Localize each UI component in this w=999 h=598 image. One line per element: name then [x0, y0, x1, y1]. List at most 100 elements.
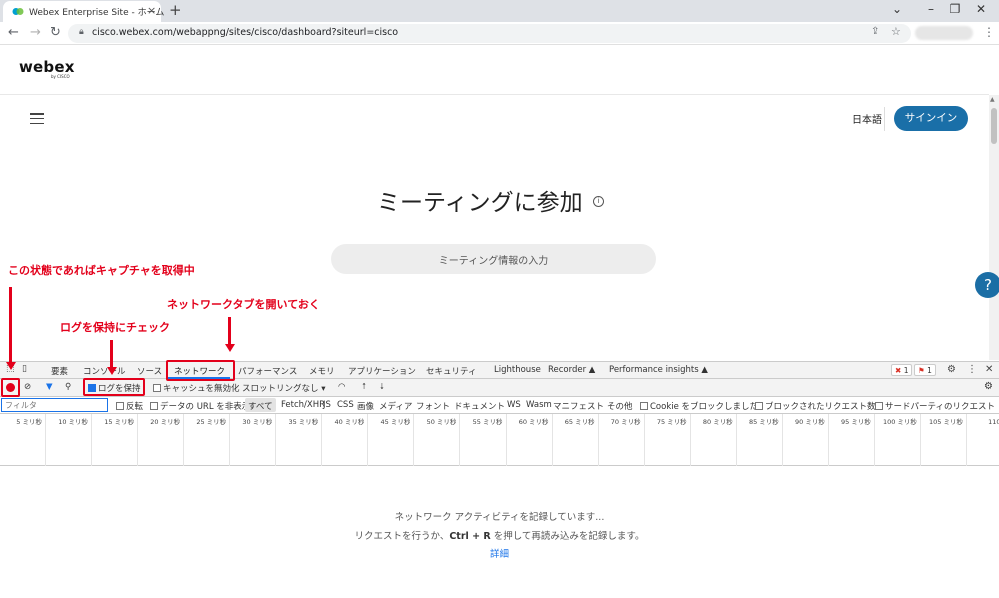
minimize-icon[interactable]: –	[920, 2, 942, 16]
checkbox-unchecked[interactable]	[150, 402, 158, 410]
timeline-tick-label: 55 ミリ秒	[472, 418, 503, 426]
signin-button[interactable]: サインイン	[894, 106, 968, 131]
clear-icon[interactable]: ⊘	[24, 382, 31, 392]
third-party-label: サードパーティのリクエスト	[885, 402, 995, 412]
capture-note: この状態であればキャプチャを取得中	[8, 264, 195, 277]
webex-favicon-icon	[12, 8, 24, 15]
tab-performance-insights[interactable]: Performance insights ▲	[609, 365, 708, 375]
preserve-log-note: ログを保持にチェック	[60, 321, 170, 334]
back-icon[interactable]: ←	[8, 25, 19, 40]
timeline-tick-label: 40 ミリ秒	[334, 418, 365, 426]
type-filter-media[interactable]: メディア	[379, 400, 412, 412]
capture-arrow-shaft	[9, 287, 12, 363]
timeline-tick-label: 90 ミリ秒	[795, 418, 825, 426]
blocked-requests-checkbox[interactable]: ブロックされたリクエスト数	[755, 400, 876, 412]
type-filter-fetch-xhr[interactable]: Fetch/XHR	[281, 400, 325, 410]
type-filter-wasm[interactable]: Wasm	[526, 400, 552, 410]
type-filter-documents[interactable]: ドキュメント	[454, 400, 505, 412]
timeline-tick-label: 95 ミリ秒	[841, 418, 871, 426]
timeline-tick-label: 60 ミリ秒	[518, 418, 549, 426]
checkbox-unchecked[interactable]	[755, 402, 763, 410]
bookmark-star-icon[interactable]: ☆	[891, 25, 901, 38]
filter-input[interactable]	[1, 398, 108, 412]
timeline-tick-label: 5 ミリ秒	[16, 418, 42, 426]
timeline-tick-label: 15 ミリ秒	[104, 418, 135, 426]
network-timeline-overview[interactable]: 5 ミリ秒 10 ミリ秒 15 ミリ秒 20 ミリ秒 25 ミリ秒 30 ミリ秒 35 ミリ…	[0, 414, 999, 466]
help-button[interactable]: ?	[975, 272, 999, 298]
profile-avatar[interactable]	[915, 26, 973, 40]
timeline-tick-label: 75 ミリ秒	[656, 418, 687, 426]
omnibox[interactable]: 🔒︎ cisco.webex.com/webappng/sites/cisco/…	[68, 24, 911, 43]
info-icon[interactable]: i	[593, 196, 604, 207]
device-toolbar-icon[interactable]: ▯	[22, 364, 27, 374]
tab-console[interactable]: コンソール	[83, 365, 126, 377]
divider	[884, 107, 885, 131]
blocked-cookies-checkbox[interactable]: Cookie をブロックしました	[640, 400, 758, 412]
scroll-up-icon[interactable]: ▲	[990, 96, 995, 103]
tab-security[interactable]: セキュリティ	[426, 365, 477, 377]
disable-cache-checkbox[interactable]: キャッシュを無効化	[153, 382, 240, 394]
meeting-info-input[interactable]: ミーティング情報の入力	[331, 244, 656, 274]
type-filter-manifest[interactable]: マニフェスト	[553, 400, 604, 412]
invert-label: 反転	[126, 402, 144, 412]
hamburger-menu-icon[interactable]	[30, 113, 44, 125]
type-filter-other[interactable]: その他	[607, 400, 633, 412]
language-selector[interactable]: 日本語	[852, 111, 882, 126]
devtools-menu-icon[interactable]: ⋮	[967, 364, 977, 375]
error-count-badge[interactable]: ✖ 1	[891, 364, 913, 376]
browser-tab[interactable]: Webex Enterprise Site - ホーム ×	[3, 1, 165, 22]
address-bar: ← → ↻ 🔒︎ cisco.webex.com/webappng/sites/…	[0, 22, 999, 45]
reload-icon[interactable]: ↻	[50, 25, 61, 40]
tab-lighthouse[interactable]: Lighthouse	[494, 365, 541, 375]
network-conditions-icon[interactable]: ◠	[338, 382, 345, 392]
share-icon[interactable]: ⇪	[871, 26, 879, 37]
third-party-checkbox[interactable]: サードパーティのリクエスト	[875, 400, 995, 412]
url-text[interactable]: cisco.webex.com/webappng/sites/cisco/das…	[92, 27, 398, 38]
hide-data-urls-checkbox[interactable]: データの URL を非表示	[150, 400, 250, 412]
checkbox-unchecked[interactable]	[640, 402, 648, 410]
tab-application[interactable]: アプリケーション	[348, 365, 416, 377]
browser-menu-icon[interactable]: ⋮	[983, 25, 995, 39]
reload-hint-pre: リクエストを行うか、	[354, 531, 450, 542]
throttling-select[interactable]: スロットリングなし ▾	[242, 382, 325, 394]
type-filter-images[interactable]: 画像	[357, 400, 374, 412]
lock-icon[interactable]: 🔒︎	[79, 27, 84, 37]
tab-sources[interactable]: ソース	[137, 365, 162, 377]
error-icon: ✖	[895, 366, 902, 375]
devtools-tab-bar: ⬚ ▯ 要素 コンソール ソース ネットワーク パフォーマンス メモリ アプリケ…	[0, 361, 999, 379]
learn-more-link[interactable]: 詳細	[0, 546, 999, 560]
scrollbar-thumb[interactable]	[991, 108, 997, 144]
export-har-icon[interactable]: ⭣	[380, 382, 384, 392]
new-tab-icon[interactable]: +	[169, 1, 182, 19]
settings-gear-icon[interactable]: ⚙	[947, 364, 956, 375]
checkbox-unchecked[interactable]	[116, 402, 124, 410]
timeline-tick-label: 45 ミリ秒	[380, 418, 411, 426]
checkbox-unchecked[interactable]	[875, 402, 883, 410]
tab-memory[interactable]: メモリ	[309, 365, 335, 377]
import-har-icon[interactable]: ⭡	[362, 382, 366, 392]
network-settings-icon[interactable]: ⚙	[984, 381, 993, 392]
checkbox-unchecked[interactable]	[153, 384, 161, 392]
blocked-cookies-label: Cookie をブロックしました	[650, 402, 759, 412]
invert-checkbox[interactable]: 反転	[116, 400, 143, 412]
tab-elements[interactable]: 要素	[51, 365, 68, 377]
timeline-tick-label: 100 ミリ秒	[882, 418, 917, 426]
window-close-icon[interactable]: ✕	[970, 2, 992, 16]
throttling-value: スロットリングなし	[242, 384, 319, 394]
forward-icon[interactable]: →	[30, 25, 41, 40]
devtools-close-icon[interactable]: ✕	[985, 364, 993, 375]
search-icon[interactable]: ⚲	[65, 382, 71, 392]
type-filter-all[interactable]: すべて	[245, 398, 276, 412]
tab-performance[interactable]: パフォーマンス	[238, 365, 297, 377]
type-filter-ws[interactable]: WS	[507, 400, 521, 410]
type-filter-css[interactable]: CSS	[337, 400, 354, 410]
tab-close-icon[interactable]: ×	[147, 4, 156, 17]
tab-search-icon[interactable]: ⌄	[886, 2, 908, 16]
tab-title: Webex Enterprise Site - ホーム	[29, 8, 165, 18]
type-filter-fonts[interactable]: フォント	[416, 400, 450, 412]
restore-icon[interactable]: ❐	[944, 2, 966, 16]
filter-icon[interactable]: ▼	[46, 382, 53, 392]
tab-recorder[interactable]: Recorder ▲	[548, 365, 595, 375]
issues-count-badge[interactable]: ⚑ 1	[914, 364, 936, 376]
type-filter-js[interactable]: JS	[323, 400, 331, 410]
